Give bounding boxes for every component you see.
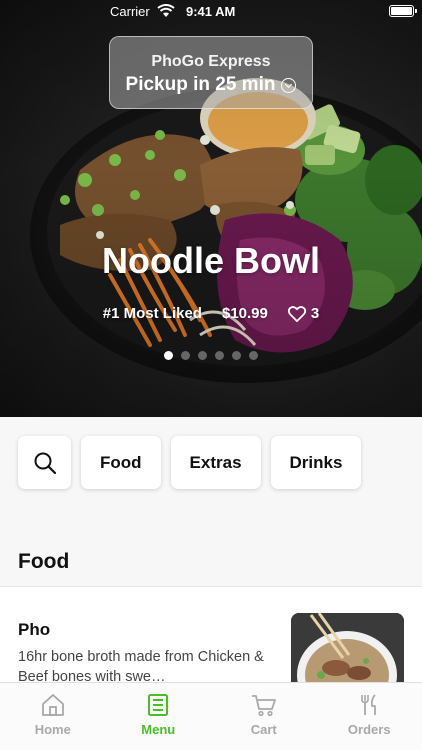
tab-menu-label: Menu — [141, 722, 176, 737]
pickup-time-label: Pickup in 25 min — [125, 74, 276, 95]
clock: 9:41 AM — [186, 4, 236, 19]
carousel-dot[interactable] — [164, 351, 173, 360]
carousel-dot[interactable] — [181, 351, 190, 360]
featured-item-title: Noodle Bowl — [102, 240, 320, 281]
chevron-down-icon — [281, 78, 297, 93]
pickup-selector[interactable]: PhoGo Express Pickup in 25 min — [109, 36, 313, 109]
menu-screen: Carrier 9:41 AM PhoGo Express Pickup in … — [0, 0, 422, 750]
tab-cart[interactable]: Cart — [211, 683, 317, 750]
menu-icon — [148, 694, 169, 716]
carousel-dot[interactable] — [215, 351, 224, 360]
featured-item-meta: #1 Most Liked $10.99 3 — [0, 305, 422, 322]
like-count: 3 — [310, 305, 320, 322]
wifi-icon — [157, 4, 175, 17]
popularity-badge: #1 Most Liked — [102, 305, 202, 322]
carousel-pagination[interactable] — [0, 351, 422, 360]
menu-item-description: 16hr bone broth made from Chicken & Beef… — [18, 649, 264, 685]
tab-menu[interactable]: Menu — [106, 683, 212, 750]
search-button[interactable] — [18, 436, 71, 489]
search-icon — [34, 452, 56, 474]
menu-item-name: Pho — [18, 620, 51, 639]
category-extras[interactable]: Extras — [170, 436, 261, 489]
tab-home-label: Home — [34, 722, 71, 737]
like-button[interactable]: 3 — [287, 305, 320, 322]
tab-bar: Home Menu Cart Orders — [0, 682, 422, 750]
carousel-dot[interactable] — [249, 351, 258, 360]
featured-price: $10.99 — [221, 305, 268, 322]
category-food[interactable]: Food — [81, 436, 161, 489]
tab-orders-label: Orders — [347, 722, 391, 737]
hero-banner[interactable]: Carrier 9:41 AM PhoGo Express Pickup in … — [0, 0, 422, 417]
store-name: PhoGo Express — [151, 53, 271, 70]
tab-orders[interactable]: Orders — [317, 683, 422, 750]
fork-knife-icon — [361, 694, 377, 715]
category-drinks[interactable]: Drinks — [270, 436, 362, 489]
carousel-dot[interactable] — [232, 351, 241, 360]
battery-icon — [389, 5, 417, 17]
tab-home[interactable]: Home — [0, 683, 106, 750]
menu-item-card[interactable]: Pho 16hr bone broth made from Chicken & … — [0, 587, 422, 697]
status-bar: Carrier 9:41 AM — [0, 0, 422, 24]
tab-cart-label: Cart — [250, 722, 277, 737]
heart-icon — [287, 305, 306, 322]
section-title: Food — [18, 550, 70, 573]
carousel-dot[interactable] — [198, 351, 207, 360]
category-bar: Food Extras Drinks — [18, 436, 362, 489]
pickup-time: Pickup in 25 min — [110, 74, 312, 96]
cart-icon — [251, 695, 276, 717]
carrier-label: Carrier — [110, 4, 150, 19]
home-icon — [41, 694, 64, 716]
